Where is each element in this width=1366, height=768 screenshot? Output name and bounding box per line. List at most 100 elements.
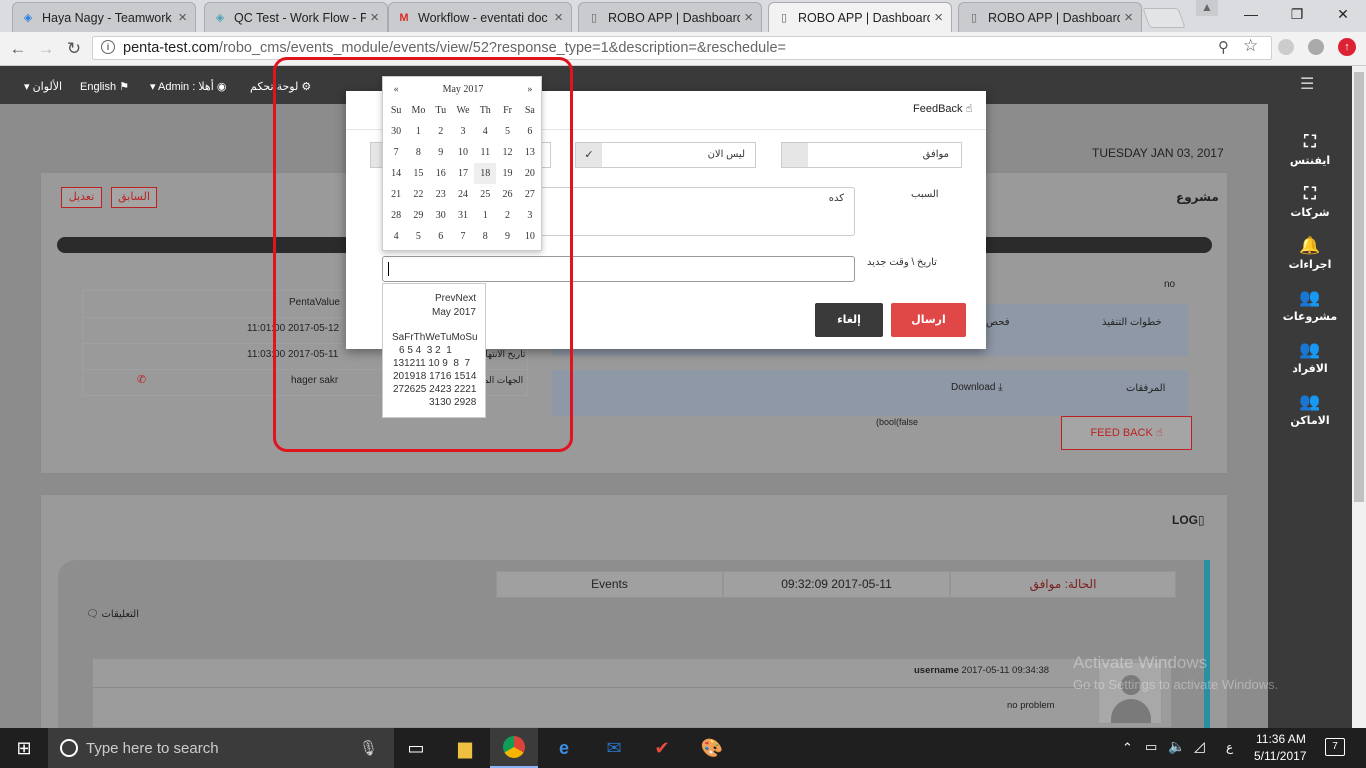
file-explorer-icon[interactable]: ▆: [441, 728, 489, 768]
sidebar-item[interactable]: 👥 مشروعات: [1268, 288, 1352, 323]
log-time-cell: 09:32:09 2017-05-11: [723, 571, 950, 598]
reason-label: السبب: [911, 189, 939, 200]
close-icon[interactable]: ✕: [1320, 0, 1366, 28]
input-language[interactable]: ع: [1226, 740, 1233, 754]
checklist-icon[interactable]: ✔: [638, 728, 686, 768]
bell-icon: 🔔: [1299, 236, 1321, 255]
task-view-icon[interactable]: ▭: [392, 728, 440, 768]
steps-value: فحص: [986, 317, 1010, 328]
thumbs-up-icon: ☝: [1155, 427, 1163, 439]
phone-icon[interactable]: ✆: [137, 373, 146, 386]
layers-icon: ◈: [215, 12, 225, 24]
comment-divider: [92, 687, 1092, 688]
download-link[interactable]: Download ⤓: [951, 382, 1003, 393]
feedback-label: FEED BACK: [1090, 427, 1153, 439]
log-title-label: LOG: [1172, 513, 1198, 527]
sidebar-item-label: اجراءات: [1288, 259, 1332, 271]
microphone-icon[interactable]: 🎙: [359, 739, 378, 757]
outlook-icon[interactable]: ✉: [590, 728, 638, 768]
edge-icon[interactable]: e: [540, 728, 588, 768]
user-icon: ◉: [216, 81, 227, 93]
search-icon: [60, 739, 78, 757]
tab-close-icon[interactable]: ×: [1124, 9, 1133, 26]
page-icon: ▯: [970, 12, 978, 24]
tab-close-icon[interactable]: ×: [934, 9, 943, 26]
network-icon[interactable]: ◿: [1194, 738, 1205, 755]
tab-label: Haya Nagy - Teamwork: [42, 10, 172, 25]
admin-menu[interactable]: ▾ Admin : أهلا ◉: [150, 80, 226, 93]
sidebar-item[interactable]: 👥 الاماكن: [1268, 392, 1352, 427]
minimize-icon[interactable]: —: [1228, 0, 1274, 28]
sidebar-item-label: الاماكن: [1290, 415, 1330, 427]
activation-watermark: Activate Windows: [1073, 653, 1208, 672]
page-icon: ▯: [590, 12, 598, 24]
extension-icon[interactable]: [1278, 39, 1294, 55]
tab-close-icon[interactable]: ×: [554, 9, 563, 26]
browser-tab[interactable]: ▯ ROBO APP | Dashboard ×: [768, 2, 952, 32]
address-bar[interactable]: i penta-test.com/robo_cms/events_module/…: [92, 36, 1272, 60]
colors-menu[interactable]: ▾ الألوان: [24, 80, 62, 93]
thumbs-up-icon: ☝: [965, 103, 973, 115]
sidebar-item[interactable]: ⛶ ايفنتس: [1268, 132, 1352, 167]
tab-close-icon[interactable]: ×: [178, 9, 187, 26]
steps-label: خطوات التنفيذ: [1102, 317, 1162, 328]
edit-button[interactable]: تعديل: [61, 187, 102, 208]
new-tab-button[interactable]: [1142, 8, 1186, 28]
taskbar-search[interactable]: Type here to search 🎙: [48, 728, 394, 768]
prev-button[interactable]: السابق: [111, 187, 157, 208]
extension-icon-2[interactable]: [1308, 39, 1324, 55]
profile-icon[interactable]: ▲: [1196, 0, 1218, 16]
comment-text: no problem: [1007, 700, 1055, 711]
update-icon[interactable]: ↑: [1338, 38, 1356, 56]
sidebar-item[interactable]: ⛶ شركات: [1268, 184, 1352, 219]
browser-tab[interactable]: M Workflow - eventati doc ×: [388, 2, 572, 32]
bookmark-star-icon[interactable]: ☆: [1243, 36, 1258, 56]
project-title: مشروع: [1176, 190, 1219, 204]
scrollbar-thumb[interactable]: [1354, 72, 1364, 502]
clock-time[interactable]: 11:36 AM: [1256, 732, 1306, 746]
windows-start-icon[interactable]: ⊞: [0, 728, 48, 768]
option-agree[interactable]: موافق: [781, 142, 962, 168]
tray-chevron-icon[interactable]: ⌃: [1122, 740, 1133, 756]
modal-title-text: FeedBack: [913, 103, 963, 115]
send-button[interactable]: ارسال: [891, 303, 966, 337]
admin-label: Admin : أهلا: [157, 81, 214, 93]
maximize-icon[interactable]: ❐: [1274, 0, 1320, 28]
notification-icon[interactable]: 7: [1325, 738, 1345, 756]
comment-icon: 🗨: [86, 609, 99, 620]
users-icon: 👥: [1299, 288, 1321, 307]
option-not-now[interactable]: ✓ ليس الان: [575, 142, 756, 168]
tab-close-icon[interactable]: ×: [744, 9, 753, 26]
teamwork-icon: ◈: [23, 12, 33, 24]
hamburger-icon[interactable]: ☰: [1300, 74, 1314, 94]
download-icon: ⤓: [998, 382, 1003, 393]
avatar-body: [1111, 699, 1151, 723]
comments-text: التعليقات: [101, 609, 139, 620]
browser-tab[interactable]: ▯ ROBO APP | Dashboard ×: [578, 2, 762, 32]
browser-tab[interactable]: ◈ QC Test - Work Flow - P ×: [204, 2, 388, 32]
language-label: English: [80, 81, 117, 93]
sidebar-item-label: مشروعات: [1282, 311, 1338, 323]
sidebar-item[interactable]: 🔔 اجراءات: [1268, 236, 1352, 271]
volume-icon[interactable]: 🔈: [1168, 738, 1185, 755]
zoom-icon[interactable]: ⚲: [1218, 38, 1229, 56]
paint-icon[interactable]: 🎨: [688, 728, 736, 768]
language-menu[interactable]: English ⚑: [80, 80, 129, 93]
forward-icon[interactable]: →: [34, 37, 58, 61]
feedback-button[interactable]: FEED BACK ☝: [1061, 416, 1192, 450]
browser-tab[interactable]: ▯ ROBO APP | Dashboard ×: [958, 2, 1142, 32]
cancel-button[interactable]: إلغاء: [815, 303, 883, 337]
sidebar-item[interactable]: 👥 الافراد: [1268, 340, 1352, 375]
tab-close-icon[interactable]: ×: [370, 9, 379, 26]
battery-icon[interactable]: ▭: [1145, 739, 1157, 755]
modal-title: FeedBack ☝: [913, 102, 972, 115]
datetime-label: تاريخ \ وقت جديد: [867, 257, 937, 268]
back-icon[interactable]: ←: [6, 37, 30, 61]
users-icon: 👥: [1299, 340, 1321, 359]
clock-date[interactable]: 5/11/2017: [1254, 749, 1307, 763]
browser-tab[interactable]: ◈ Haya Nagy - Teamwork ×: [12, 2, 196, 32]
reload-icon[interactable]: ↻: [62, 37, 86, 61]
chrome-icon[interactable]: [490, 728, 538, 768]
scrollbar[interactable]: [1352, 66, 1366, 728]
info-icon[interactable]: i: [101, 40, 115, 54]
